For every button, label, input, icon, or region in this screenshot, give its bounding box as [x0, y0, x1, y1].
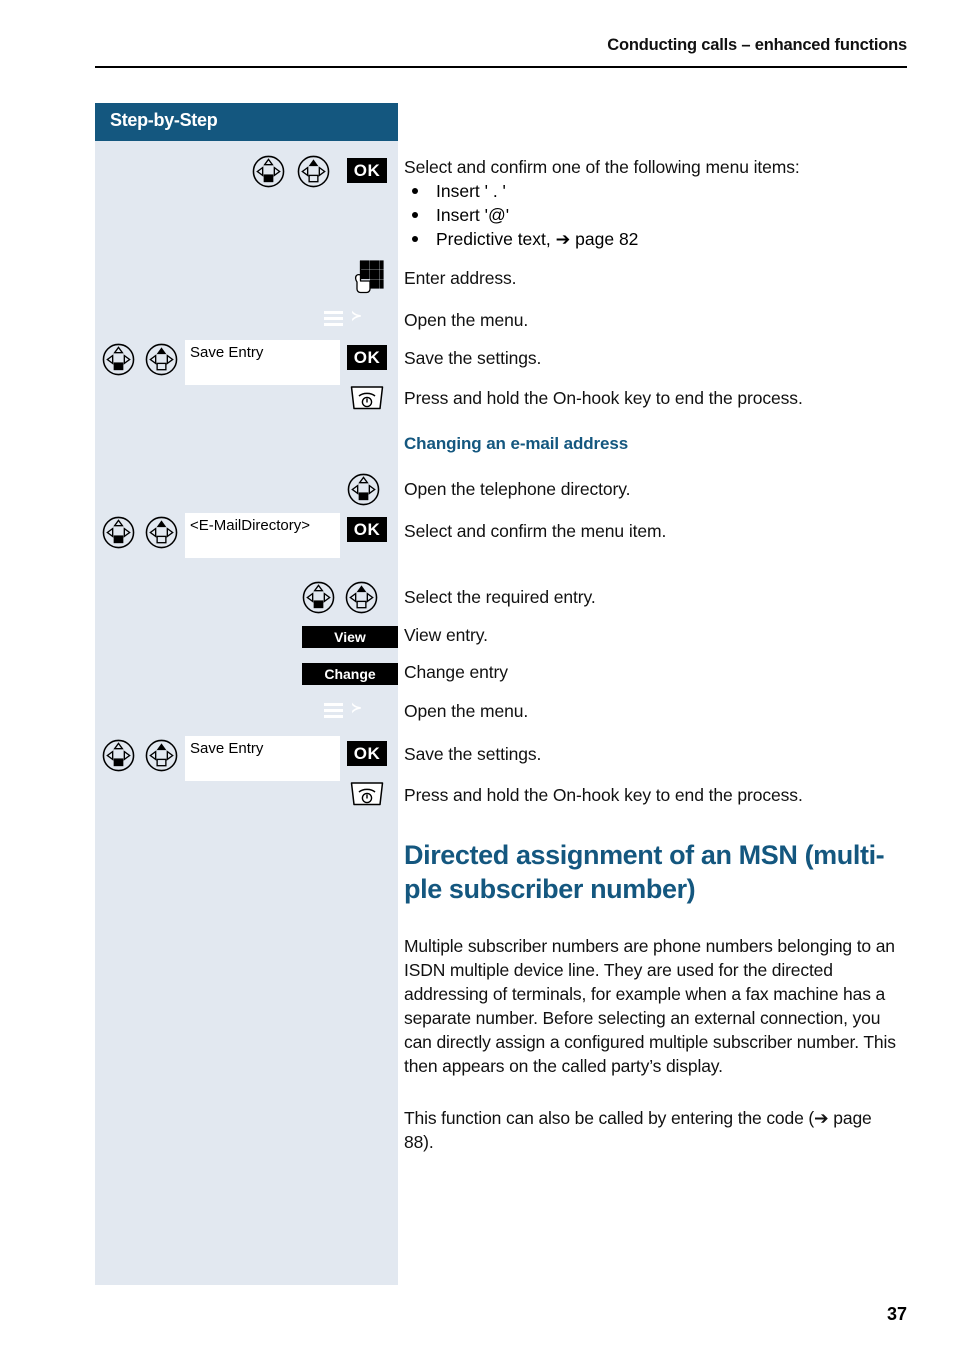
step-by-step-title: Step-by-Step: [110, 110, 218, 130]
heading-changing-email-address: Changing an e-mail address: [404, 434, 629, 453]
list-item: Insert ' . ': [404, 179, 907, 203]
nav-key-filled-up-icon-4[interactable]: [345, 581, 378, 614]
ok-key-3[interactable]: OK: [347, 517, 387, 542]
text-select-confirm-menu-item: Select and confirm the menu item.: [404, 521, 667, 541]
nav-key-outline-up-icon-5[interactable]: [302, 581, 335, 614]
heading-msn-line-1: Directed assignment of an MSN (multi-: [404, 840, 885, 870]
text-enter-address: Enter address.: [404, 268, 517, 288]
menu-item-bullet-list: Insert ' . ' Insert '@' Predictive text,…: [404, 179, 907, 251]
bullet-text: Insert '@': [436, 205, 510, 225]
text-view-entry: View entry.: [404, 625, 488, 645]
running-header: Conducting calls – enhanced functions: [607, 36, 907, 54]
nav-key-outline-up-icon-4[interactable]: [102, 516, 135, 549]
soft-key-view[interactable]: View: [302, 626, 398, 648]
nav-key-outline-up-icon-2[interactable]: [102, 343, 135, 376]
menu-key-chevron-glyph: ≻: [351, 308, 362, 323]
text-select-required-entry: Select the required entry.: [404, 587, 596, 607]
ok-key-1[interactable]: OK: [347, 158, 387, 183]
header-rule: [95, 66, 907, 68]
paragraph-msn-code: This function can also be called by ente…: [404, 1108, 872, 1152]
nav-key-outline-up-icon-1[interactable]: [252, 155, 285, 188]
bullet-dot-icon: [412, 212, 418, 218]
text-save-settings-2: Save the settings.: [404, 744, 542, 764]
bullet-dot-icon: [412, 188, 418, 194]
nav-key-filled-up-icon-5[interactable]: [145, 739, 178, 772]
bullet-dot-icon: [412, 236, 418, 242]
menu-line-3: [324, 323, 343, 326]
menu-line-3b: [324, 715, 343, 718]
list-item: Predictive text, ➔ page 82: [404, 227, 907, 251]
ok-key-4[interactable]: OK: [347, 741, 387, 766]
menu-key-chevron-glyph-2: ≻: [351, 700, 362, 715]
step-by-step-header: Step-by-Step: [95, 103, 398, 141]
text-open-menu-1: Open the menu.: [404, 310, 529, 330]
nav-key-outline-up-icon-3[interactable]: [347, 473, 380, 506]
display-field-email-directory: <E-MailDirectory>: [185, 513, 340, 558]
menu-line-1: [324, 311, 343, 314]
display-field-save-entry-1: Save Entry: [185, 340, 340, 385]
soft-key-change[interactable]: Change: [302, 663, 398, 685]
bullet-text: Insert ' . ': [436, 181, 506, 201]
step-by-step-panel: Step-by-Step OK ≻ Save Entry OK <E-MailD…: [95, 103, 398, 1285]
nav-key-filled-up-icon-3[interactable]: [145, 516, 178, 549]
menu-line-1b: [324, 703, 343, 706]
heading-msn: Directed assignment of an MSN (multi- pl…: [404, 838, 907, 906]
heading-msn-line-2: ple subscriber number): [404, 874, 696, 904]
menu-line-2b: [324, 709, 343, 712]
display-field-save-entry-2: Save Entry: [185, 736, 340, 781]
text-open-menu-2: Open the menu.: [404, 701, 529, 721]
ok-key-2[interactable]: OK: [347, 345, 387, 370]
nav-key-filled-up-icon-1[interactable]: [297, 155, 330, 188]
text-open-directory: Open the telephone directory.: [404, 479, 631, 499]
page-number: 37: [886, 1304, 907, 1324]
nav-key-filled-up-icon-2[interactable]: [145, 343, 178, 376]
on-hook-key-icon-1[interactable]: [347, 383, 387, 418]
text-onhook-1: Press and hold the On-hook key to end th…: [404, 388, 803, 408]
text-save-settings-1: Save the settings.: [404, 348, 542, 368]
text-change-entry: Change entry: [404, 662, 508, 682]
bullet-text: Predictive text, ➔ page 82: [436, 229, 639, 249]
on-hook-key-icon-2[interactable]: [347, 779, 387, 814]
text-onhook-2: Press and hold the On-hook key to end th…: [404, 785, 803, 805]
nav-key-outline-up-icon-6[interactable]: [102, 739, 135, 772]
menu-line-2: [324, 317, 343, 320]
text-select-confirm: Select and confirm one of the following …: [404, 157, 800, 177]
paragraph-msn-description: Multiple subscriber numbers are phone nu…: [404, 936, 896, 1076]
list-item: Insert '@': [404, 203, 907, 227]
keypad-key-icon[interactable]: [347, 258, 387, 303]
